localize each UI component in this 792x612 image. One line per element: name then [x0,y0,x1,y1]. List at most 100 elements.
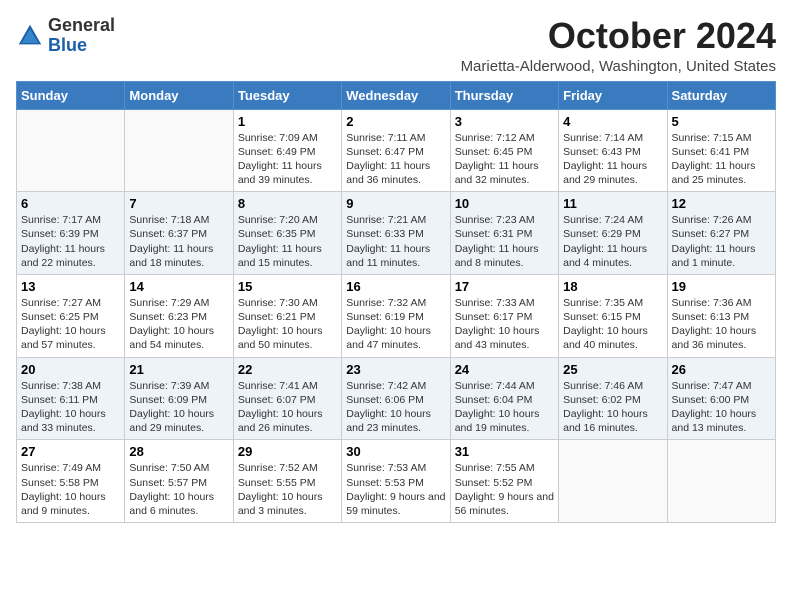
day-number: 30 [346,444,445,459]
calendar-cell: 27 Sunrise: 7:49 AMSunset: 5:58 PMDayligh… [17,440,125,523]
weekday-header-saturday: Saturday [667,81,775,109]
calendar-table: SundayMondayTuesdayWednesdayThursdayFrid… [16,81,776,523]
day-info: Sunrise: 7:36 AMSunset: 6:13 PMDaylight:… [672,296,771,353]
day-number: 18 [563,279,662,294]
calendar-cell: 8 Sunrise: 7:20 AMSunset: 6:35 PMDaylight… [233,192,341,275]
calendar-cell [559,440,667,523]
day-info: Sunrise: 7:35 AMSunset: 6:15 PMDaylight:… [563,296,662,353]
calendar-cell: 15Sunrise: 7:30 AMSunset: 6:21 PMDayligh… [233,274,341,357]
weekday-header-thursday: Thursday [450,81,558,109]
calendar-cell: 25 Sunrise: 7:46 AMSunset: 6:02 PMDayligh… [559,357,667,440]
day-info: Sunrise: 7:52 AMSunset: 5:55 PMDaylight:… [238,461,337,518]
calendar-week-row: 1 Sunrise: 7:09 AMSunset: 6:49 PMDaylight… [17,109,776,192]
day-number: 22 [238,362,337,377]
day-number: 26 [672,362,771,377]
calendar-cell: 14 Sunrise: 7:29 AMSunset: 6:23 PMDayligh… [125,274,233,357]
day-info: Sunrise: 7:23 AMSunset: 6:31 PMDaylight:… [455,213,554,270]
calendar-cell: 9 Sunrise: 7:21 AMSunset: 6:33 PMDaylight… [342,192,450,275]
day-info: Sunrise: 7:21 AMSunset: 6:33 PMDaylight:… [346,213,445,270]
day-info: Sunrise: 7:09 AMSunset: 6:49 PMDaylight:… [238,131,337,188]
day-info: Sunrise: 7:55 AMSunset: 5:52 PMDaylight:… [455,461,554,518]
day-info: Sunrise: 7:26 AMSunset: 6:27 PMDaylight:… [672,213,771,270]
calendar-cell [125,109,233,192]
calendar-cell: 12 Sunrise: 7:26 AMSunset: 6:27 PMDayligh… [667,192,775,275]
logo-icon [16,22,44,50]
day-number: 24 [455,362,554,377]
day-info: Sunrise: 7:46 AMSunset: 6:02 PMDaylight:… [563,379,662,436]
day-info: Sunrise: 7:41 AMSunset: 6:07 PMDaylight:… [238,379,337,436]
day-number: 4 [563,114,662,129]
calendar-cell: 23Sunrise: 7:42 AMSunset: 6:06 PMDayligh… [342,357,450,440]
calendar-cell: 31 Sunrise: 7:55 AMSunset: 5:52 PMDayligh… [450,440,558,523]
calendar-cell: 20Sunrise: 7:38 AMSunset: 6:11 PMDayligh… [17,357,125,440]
day-number: 12 [672,196,771,211]
day-info: Sunrise: 7:15 AMSunset: 6:41 PMDaylight:… [672,131,771,188]
day-number: 7 [129,196,228,211]
calendar-cell: 5 Sunrise: 7:15 AMSunset: 6:41 PMDaylight… [667,109,775,192]
logo-text: General Blue [48,16,115,56]
day-info: Sunrise: 7:11 AMSunset: 6:47 PMDaylight:… [346,131,445,188]
day-number: 19 [672,279,771,294]
calendar-cell: 26Sunrise: 7:47 AMSunset: 6:00 PMDayligh… [667,357,775,440]
day-number: 28 [129,444,228,459]
day-info: Sunrise: 7:49 AMSunset: 5:58 PMDaylight:… [21,461,120,518]
calendar-cell: 18 Sunrise: 7:35 AMSunset: 6:15 PMDayligh… [559,274,667,357]
day-info: Sunrise: 7:33 AMSunset: 6:17 PMDaylight:… [455,296,554,353]
location-subtitle: Marietta-Alderwood, Washington, United S… [461,58,776,75]
day-number: 27 [21,444,120,459]
day-number: 14 [129,279,228,294]
day-info: Sunrise: 7:17 AMSunset: 6:39 PMDaylight:… [21,213,120,270]
weekday-header-sunday: Sunday [17,81,125,109]
calendar-week-row: 20Sunrise: 7:38 AMSunset: 6:11 PMDayligh… [17,357,776,440]
day-info: Sunrise: 7:32 AMSunset: 6:19 PMDaylight:… [346,296,445,353]
day-number: 25 [563,362,662,377]
calendar-cell: 2 Sunrise: 7:11 AMSunset: 6:47 PMDaylight… [342,109,450,192]
calendar-cell: 21Sunrise: 7:39 AMSunset: 6:09 PMDayligh… [125,357,233,440]
calendar-week-row: 13 Sunrise: 7:27 AMSunset: 6:25 PMDayligh… [17,274,776,357]
calendar-cell: 17Sunrise: 7:33 AMSunset: 6:17 PMDayligh… [450,274,558,357]
day-number: 5 [672,114,771,129]
day-info: Sunrise: 7:39 AMSunset: 6:09 PMDaylight:… [129,379,228,436]
day-number: 13 [21,279,120,294]
header: General Blue October 2024 Marietta-Alder… [16,16,776,75]
day-number: 2 [346,114,445,129]
weekday-header-row: SundayMondayTuesdayWednesdayThursdayFrid… [17,81,776,109]
day-number: 1 [238,114,337,129]
calendar-cell: 30 Sunrise: 7:53 AMSunset: 5:53 PMDayligh… [342,440,450,523]
calendar-cell: 19 Sunrise: 7:36 AMSunset: 6:13 PMDayligh… [667,274,775,357]
day-info: Sunrise: 7:38 AMSunset: 6:11 PMDaylight:… [21,379,120,436]
day-number: 15 [238,279,337,294]
weekday-header-tuesday: Tuesday [233,81,341,109]
calendar-cell: 4 Sunrise: 7:14 AMSunset: 6:43 PMDaylight… [559,109,667,192]
day-info: Sunrise: 7:29 AMSunset: 6:23 PMDaylight:… [129,296,228,353]
calendar-cell: 28Sunrise: 7:50 AMSunset: 5:57 PMDayligh… [125,440,233,523]
day-number: 8 [238,196,337,211]
day-info: Sunrise: 7:53 AMSunset: 5:53 PMDaylight:… [346,461,445,518]
day-info: Sunrise: 7:24 AMSunset: 6:29 PMDaylight:… [563,213,662,270]
title-area: October 2024 Marietta-Alderwood, Washing… [461,16,776,75]
calendar-body: 1 Sunrise: 7:09 AMSunset: 6:49 PMDaylight… [17,109,776,522]
day-info: Sunrise: 7:42 AMSunset: 6:06 PMDaylight:… [346,379,445,436]
day-number: 6 [21,196,120,211]
day-number: 11 [563,196,662,211]
calendar-week-row: 27 Sunrise: 7:49 AMSunset: 5:58 PMDayligh… [17,440,776,523]
day-number: 31 [455,444,554,459]
calendar-cell: 24Sunrise: 7:44 AMSunset: 6:04 PMDayligh… [450,357,558,440]
day-info: Sunrise: 7:27 AMSunset: 6:25 PMDaylight:… [21,296,120,353]
day-number: 9 [346,196,445,211]
calendar-cell: 10Sunrise: 7:23 AMSunset: 6:31 PMDayligh… [450,192,558,275]
day-number: 29 [238,444,337,459]
day-number: 16 [346,279,445,294]
calendar-cell: 22 Sunrise: 7:41 AMSunset: 6:07 PMDayligh… [233,357,341,440]
day-info: Sunrise: 7:12 AMSunset: 6:45 PMDaylight:… [455,131,554,188]
calendar-cell [17,109,125,192]
calendar-cell: 1 Sunrise: 7:09 AMSunset: 6:49 PMDaylight… [233,109,341,192]
weekday-header-monday: Monday [125,81,233,109]
calendar-cell: 13 Sunrise: 7:27 AMSunset: 6:25 PMDayligh… [17,274,125,357]
day-info: Sunrise: 7:14 AMSunset: 6:43 PMDaylight:… [563,131,662,188]
calendar-cell [667,440,775,523]
day-info: Sunrise: 7:20 AMSunset: 6:35 PMDaylight:… [238,213,337,270]
weekday-header-wednesday: Wednesday [342,81,450,109]
day-info: Sunrise: 7:18 AMSunset: 6:37 PMDaylight:… [129,213,228,270]
calendar-week-row: 6 Sunrise: 7:17 AMSunset: 6:39 PMDaylight… [17,192,776,275]
